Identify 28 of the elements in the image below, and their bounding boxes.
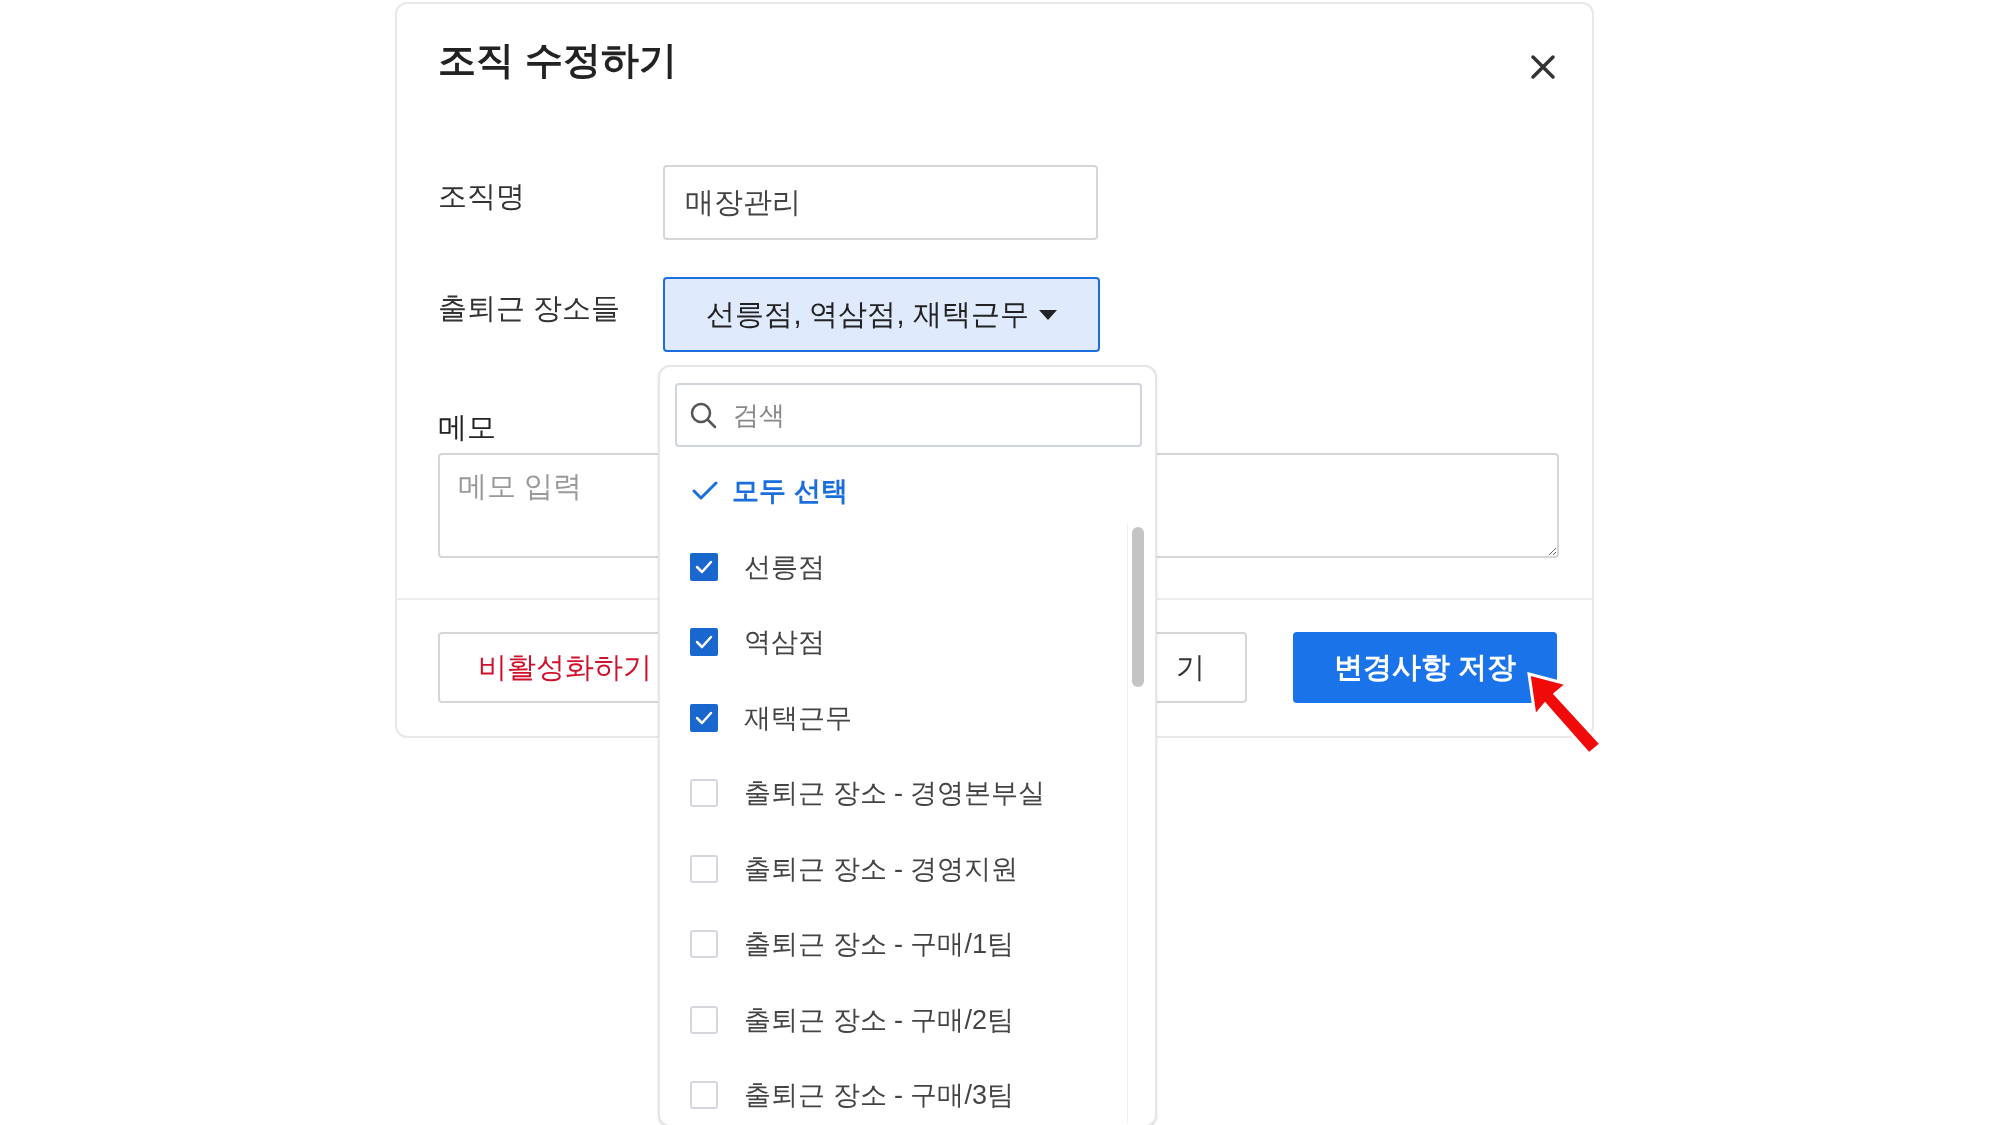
dropdown-option[interactable]: 출퇴근 장소 - 구매/1팀 — [660, 906, 1127, 982]
caret-icon — [1038, 309, 1057, 320]
field-label: 조직명 — [438, 179, 526, 214]
dropdown-option[interactable]: 출퇴근 장소 - 구매/3팀 — [660, 1057, 1127, 1125]
checkbox[interactable] — [690, 854, 718, 883]
checkbox[interactable] — [690, 628, 718, 657]
search-field[interactable]: 검색 — [675, 383, 1142, 447]
close-icon[interactable] — [1530, 54, 1556, 80]
checkbox[interactable] — [690, 779, 718, 808]
select-all-item[interactable]: 모두 선택 — [660, 461, 1155, 521]
dialog-title: 조직 수정하기 — [438, 38, 677, 83]
checkbox[interactable] — [690, 1081, 718, 1110]
checkbox[interactable] — [690, 552, 718, 581]
save-button[interactable]: 변경사항 저장 — [1293, 632, 1557, 703]
checkbox[interactable] — [690, 703, 718, 732]
dropdown-option[interactable]: 출퇴근 장소 - 구매/2팀 — [660, 982, 1127, 1058]
search-icon — [689, 401, 717, 429]
dropdown-option[interactable]: 선릉점 — [660, 529, 1127, 605]
checkbox[interactable] — [690, 930, 718, 959]
scrollbar-thumb[interactable] — [1132, 527, 1144, 687]
scrollbar[interactable] — [1127, 523, 1145, 1123]
dropdown-option[interactable]: 출퇴근 장소 - 경영지원 — [660, 831, 1127, 907]
locations-dropdown[interactable]: 선릉점, 역삼점, 재택근무 — [663, 277, 1100, 352]
dropdown-option[interactable]: 출퇴근 장소 - 경영본부실 — [660, 755, 1127, 831]
checkbox[interactable] — [690, 1005, 718, 1034]
field-label: 메모 — [438, 410, 496, 445]
field-label: 출퇴근 장소들 — [438, 291, 622, 326]
name-field[interactable]: 매장관리 — [663, 165, 1098, 240]
